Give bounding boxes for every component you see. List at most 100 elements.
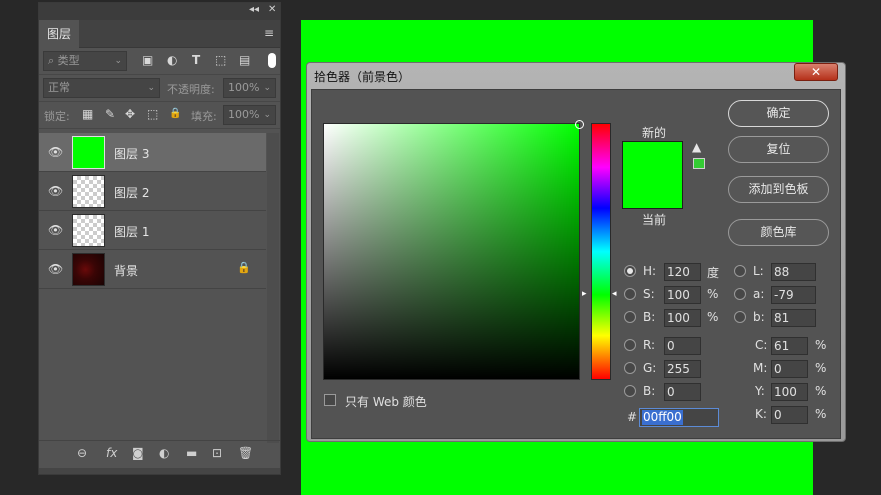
- panel-scrollbar[interactable]: [267, 133, 279, 443]
- tab-layers[interactable]: 图层: [39, 20, 79, 48]
- hue-label: H:: [643, 264, 657, 278]
- shape-filter-icon[interactable]: ⬚: [215, 53, 226, 67]
- search-icon: ⌕: [48, 54, 55, 67]
- hue-radio[interactable]: [624, 265, 636, 277]
- dialog-close-button[interactable]: ✕: [794, 63, 838, 81]
- blue-radio[interactable]: [624, 385, 636, 397]
- current-color-swatch[interactable]: [622, 175, 683, 209]
- blend-mode-dropdown[interactable]: 正常 ⌄: [43, 78, 160, 98]
- hue-slider[interactable]: [591, 123, 611, 380]
- lock-label: 锁定:: [44, 110, 70, 123]
- hue-slider-right-arrow-icon[interactable]: ◂: [612, 289, 617, 299]
- visibility-eye-icon[interactable]: 👁: [48, 223, 63, 237]
- panel-topbar: ◂◂ ✕: [39, 3, 280, 20]
- smart-object-filter-icon[interactable]: ▤: [239, 53, 250, 67]
- brightness-unit: %: [707, 310, 719, 324]
- layer-row-background[interactable]: 👁 背景 🔒: [39, 250, 266, 289]
- chevron-down-icon: ⌄: [147, 83, 155, 93]
- saturation-field[interactable]: 100: [664, 286, 701, 304]
- opacity-label: 不透明度:: [167, 83, 215, 96]
- link-layers-icon[interactable]: ⊖: [77, 446, 87, 460]
- hue-field[interactable]: 120: [664, 263, 701, 281]
- opacity-field[interactable]: 100% ⌄: [223, 78, 276, 98]
- lock-pixels-icon[interactable]: ✎: [105, 107, 115, 121]
- lock-all-icon[interactable]: 🔒: [169, 108, 181, 119]
- green-radio[interactable]: [624, 362, 636, 374]
- delete-layer-icon[interactable]: 🗑: [238, 446, 253, 460]
- lab-b-radio[interactable]: [734, 311, 746, 323]
- fx-icon[interactable]: fx: [106, 446, 117, 460]
- saturation-radio[interactable]: [624, 288, 636, 300]
- lock-icon[interactable]: 🔒: [237, 261, 251, 274]
- brightness-radio[interactable]: [624, 311, 636, 323]
- yellow-field[interactable]: 100: [771, 383, 808, 401]
- lab-l-radio[interactable]: [734, 265, 746, 277]
- gamut-warning-icon[interactable]: ▲: [692, 140, 701, 154]
- layer-row-layer-1[interactable]: 👁 图层 1: [39, 211, 266, 250]
- ok-button[interactable]: 确定: [728, 100, 829, 127]
- magenta-unit: %: [815, 361, 827, 375]
- adjustment-layer-icon[interactable]: ◐: [159, 446, 169, 460]
- visibility-eye-icon[interactable]: 👁: [48, 262, 63, 276]
- filter-toggle-icon[interactable]: [268, 53, 276, 68]
- layer-name: 图层 1: [114, 225, 150, 239]
- dialog-titlebar[interactable]: 拾色器（前景色） ✕: [307, 63, 845, 87]
- lab-l-field[interactable]: 88: [771, 263, 816, 281]
- panel-tabrow: 图层 ≡: [39, 20, 280, 48]
- panel-menu-icon[interactable]: ≡: [264, 26, 274, 40]
- yellow-label: Y:: [755, 384, 765, 398]
- fill-label: 填充:: [191, 110, 217, 123]
- layer-name: 背景: [114, 264, 139, 278]
- close-panel-icon[interactable]: ✕: [268, 4, 276, 15]
- collapse-panel-icon[interactable]: ◂◂: [249, 4, 259, 15]
- web-colors-only-checkbox[interactable]: [324, 394, 336, 406]
- cyan-label: C:: [755, 338, 768, 352]
- websafe-color-chip[interactable]: [693, 158, 705, 169]
- green-label: G:: [643, 361, 657, 375]
- blue-field[interactable]: 0: [664, 383, 701, 401]
- type-filter-icon[interactable]: T: [192, 53, 200, 67]
- new-group-icon[interactable]: ▬: [186, 446, 197, 460]
- magenta-field[interactable]: 0: [771, 360, 808, 378]
- saturation-label: S:: [643, 287, 655, 301]
- visibility-eye-icon[interactable]: 👁: [48, 184, 63, 198]
- visibility-eye-icon[interactable]: 👁: [48, 145, 63, 159]
- panel-resize-grip[interactable]: [39, 468, 280, 474]
- hex-input[interactable]: 00ff00: [639, 408, 719, 427]
- green-field[interactable]: 255: [664, 360, 701, 378]
- saturation-brightness-field[interactable]: [323, 120, 584, 380]
- color-libraries-button[interactable]: 颜色库: [728, 219, 829, 246]
- adjustment-filter-icon[interactable]: ◐: [167, 53, 177, 67]
- filter-kind-dropdown[interactable]: ⌕ 类型 ⌄: [43, 51, 127, 71]
- lab-a-radio[interactable]: [734, 288, 746, 300]
- chevron-down-icon: ⌄: [263, 83, 271, 93]
- new-layer-icon[interactable]: ⊡: [212, 446, 222, 460]
- lab-l-label: L:: [753, 264, 764, 278]
- reset-button[interactable]: 复位: [728, 136, 829, 163]
- hex-value: 00ff00: [642, 410, 683, 425]
- red-field[interactable]: 0: [664, 337, 701, 355]
- add-mask-icon[interactable]: ◙: [132, 446, 144, 460]
- lab-b-field[interactable]: 81: [771, 309, 816, 327]
- new-color-label: 新的: [642, 126, 667, 140]
- fill-field[interactable]: 100% ⌄: [223, 105, 276, 125]
- cyan-field[interactable]: 61: [771, 337, 808, 355]
- lab-a-field[interactable]: -79: [771, 286, 816, 304]
- blend-row: 正常 ⌄ 不透明度: 100% ⌄: [39, 75, 280, 102]
- lock-artboard-icon[interactable]: ⬚: [147, 107, 158, 121]
- brightness-field[interactable]: 100: [664, 309, 701, 327]
- lock-position-icon[interactable]: ✥: [125, 107, 135, 121]
- red-label: R:: [643, 338, 656, 352]
- pixel-filter-icon[interactable]: ▣: [142, 53, 153, 67]
- lock-transparency-icon[interactable]: ▦: [82, 107, 93, 121]
- layer-name: 图层 3: [114, 147, 150, 161]
- color-marker[interactable]: [575, 120, 584, 129]
- red-radio[interactable]: [624, 339, 636, 351]
- layer-row-layer-2[interactable]: 👁 图层 2: [39, 172, 266, 211]
- add-to-swatches-button[interactable]: 添加到色板: [728, 176, 829, 203]
- layer-row-layer-3[interactable]: 👁 图层 3: [39, 133, 266, 172]
- black-field[interactable]: 0: [771, 406, 808, 424]
- layer-thumbnail: [72, 175, 105, 208]
- panel-bottom-toolbar: ⊖ fx ◙ ◐ ▬ ⊡ 🗑: [39, 440, 280, 468]
- hue-slider-left-arrow-icon[interactable]: ▸: [582, 289, 587, 299]
